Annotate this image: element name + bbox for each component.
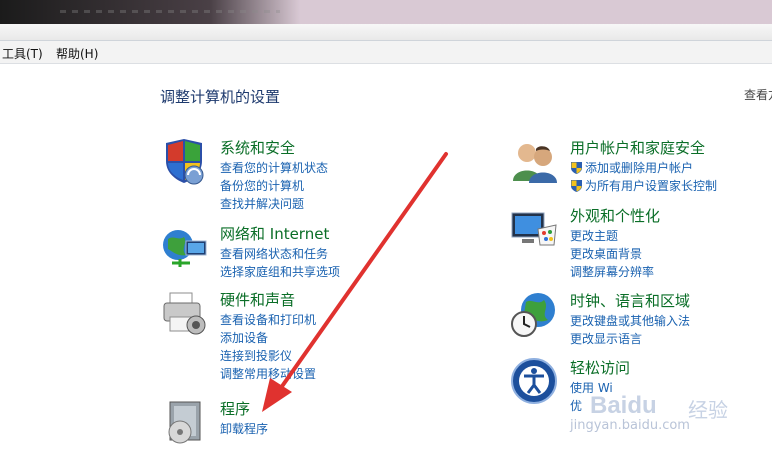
- watermark-url: jingyan.baidu.com: [570, 418, 690, 433]
- watermark-suffix: 经验: [688, 398, 728, 422]
- watermark-brand: Baidu: [590, 392, 657, 419]
- watermark: Baidu 经验 jingyan.baidu.com: [570, 384, 772, 455]
